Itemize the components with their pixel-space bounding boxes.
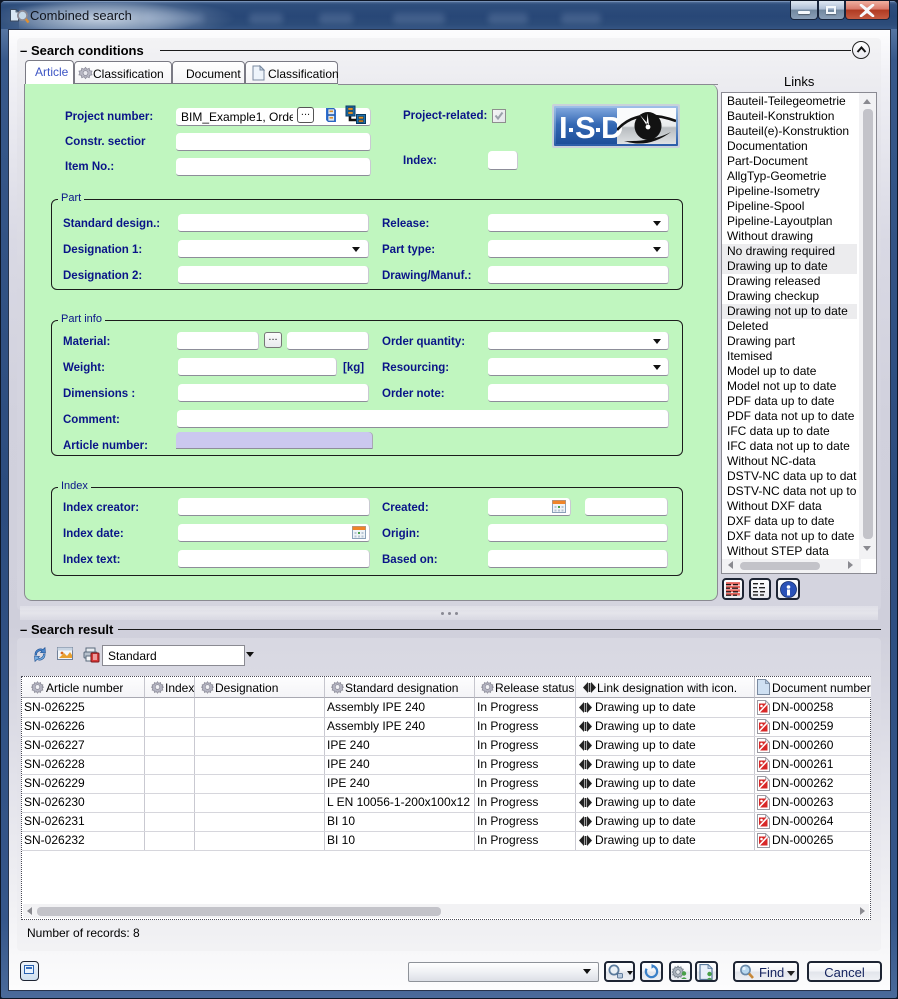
svg-text:I: I bbox=[559, 110, 568, 145]
svg-text:S: S bbox=[575, 110, 596, 145]
